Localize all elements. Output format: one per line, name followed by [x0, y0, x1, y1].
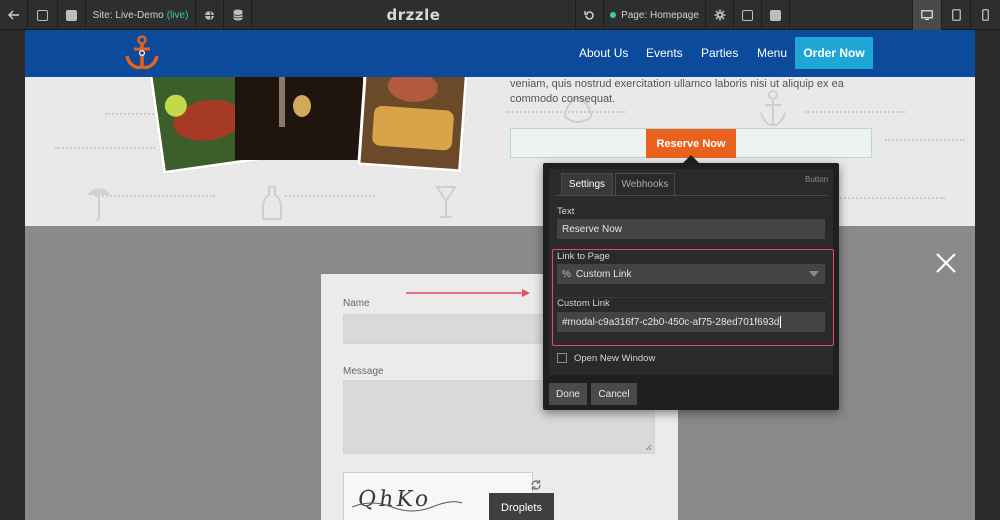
text-label: Text: [557, 206, 575, 217]
mobile-view-button[interactable]: [971, 0, 1000, 30]
refresh-captcha-icon[interactable]: [530, 479, 542, 491]
add-page-button[interactable]: [58, 0, 86, 30]
undo-button[interactable]: [576, 0, 604, 30]
desktop-view-button[interactable]: [912, 0, 942, 30]
anchor-logo-icon[interactable]: [124, 34, 160, 72]
save-button[interactable]: [734, 0, 762, 30]
bottle-doodle-icon: [262, 186, 282, 220]
close-modal-icon[interactable]: [935, 252, 957, 274]
undo-icon: [584, 10, 594, 20]
highlight-box: [552, 249, 834, 346]
tab-webhooks[interactable]: Webhooks: [615, 173, 675, 195]
nav-about-us[interactable]: About Us: [579, 30, 628, 77]
message-label: Message: [343, 366, 384, 377]
brand-area: drzzle: [252, 0, 576, 30]
droplets-button[interactable]: Droplets: [489, 493, 554, 520]
resize-handle-icon[interactable]: [645, 444, 652, 451]
hero-body-line: veniam, quis nostrud exercitation ullamc…: [510, 78, 844, 90]
food-photo-fries: [357, 77, 469, 173]
nav-parties[interactable]: Parties: [701, 30, 738, 77]
pages-icon: [37, 9, 48, 21]
gear-icon: [714, 9, 725, 21]
pages-button[interactable]: [28, 0, 58, 30]
tab-separator: [555, 195, 827, 196]
captcha: QhKo Droplets: [343, 472, 554, 520]
popover-body: Settings Webhooks Button Text Reserve No…: [549, 169, 834, 375]
button-text-value: Reserve Now: [562, 223, 623, 235]
data-button[interactable]: [224, 0, 252, 30]
mobile-icon: [982, 9, 989, 21]
nav-menu[interactable]: Menu: [757, 30, 787, 77]
settings-button[interactable]: [706, 0, 734, 30]
globe-icon: [205, 10, 214, 20]
hero-body-line: commodo consequat.: [510, 93, 616, 105]
preview-icon: [770, 9, 781, 21]
nav-events[interactable]: Events: [646, 30, 683, 77]
tablet-icon: [951, 9, 961, 21]
name-label: Name: [343, 298, 370, 309]
right-gutter: [975, 30, 1000, 520]
popover-caret: [683, 155, 699, 163]
umbrella-doodle-icon: [87, 188, 111, 221]
button-settings-popover: Settings Webhooks Button Text Reserve No…: [543, 163, 839, 410]
captcha-noise-icon: [352, 501, 462, 512]
site-selector[interactable]: Site: Live-Demo (live): [86, 0, 196, 30]
cocktail-doodle-icon: [435, 186, 457, 218]
domain-button[interactable]: [196, 0, 224, 30]
add-page-icon: [66, 9, 77, 21]
database-icon: [232, 9, 243, 21]
save-icon: [742, 9, 753, 21]
done-button[interactable]: Done: [549, 383, 587, 405]
button-text-input[interactable]: Reserve Now: [557, 219, 825, 239]
site-status: (live): [166, 9, 189, 21]
site-name: Site: Live-Demo: [92, 9, 164, 21]
preview-button[interactable]: [762, 0, 790, 30]
tablet-view-button[interactable]: [942, 0, 971, 30]
reserve-now-button[interactable]: Reserve Now: [646, 129, 736, 158]
decor-wave: [55, 147, 155, 153]
page-name: Page: Homepage: [621, 9, 699, 21]
editor-toolbar: Site: Live-Demo (live) drzzle Page: Home…: [0, 0, 1000, 30]
hint-arrow-icon: [406, 289, 530, 297]
back-arrow-icon: [7, 10, 19, 20]
cancel-button[interactable]: Cancel: [591, 383, 637, 405]
decor-wave: [805, 111, 905, 117]
tab-settings[interactable]: Settings: [561, 173, 613, 195]
editor-root: Site: Live-Demo (live) drzzle Page: Home…: [0, 0, 1000, 520]
open-new-window-checkbox[interactable]: [557, 353, 567, 363]
page-selector[interactable]: Page: Homepage: [604, 0, 706, 30]
decor-wave: [285, 195, 375, 201]
order-now-button[interactable]: Order Now: [795, 37, 873, 69]
left-gutter: [0, 30, 25, 520]
brand-logo: drzzle: [386, 6, 441, 24]
decor-wave: [95, 195, 215, 201]
element-type-label: Button: [805, 175, 829, 184]
open-new-window-label[interactable]: Open New Window: [574, 353, 655, 364]
desktop-icon: [921, 10, 933, 20]
site-navbar: About Us Events Parties Menu Order Now: [25, 30, 975, 77]
hero-body-text: veniam, quis nostrud exercitation ullamc…: [510, 77, 930, 107]
page-status-dot: [610, 12, 617, 18]
back-button[interactable]: [0, 0, 28, 30]
decor-wave: [885, 139, 965, 145]
food-photo-wine: [235, 77, 363, 160]
